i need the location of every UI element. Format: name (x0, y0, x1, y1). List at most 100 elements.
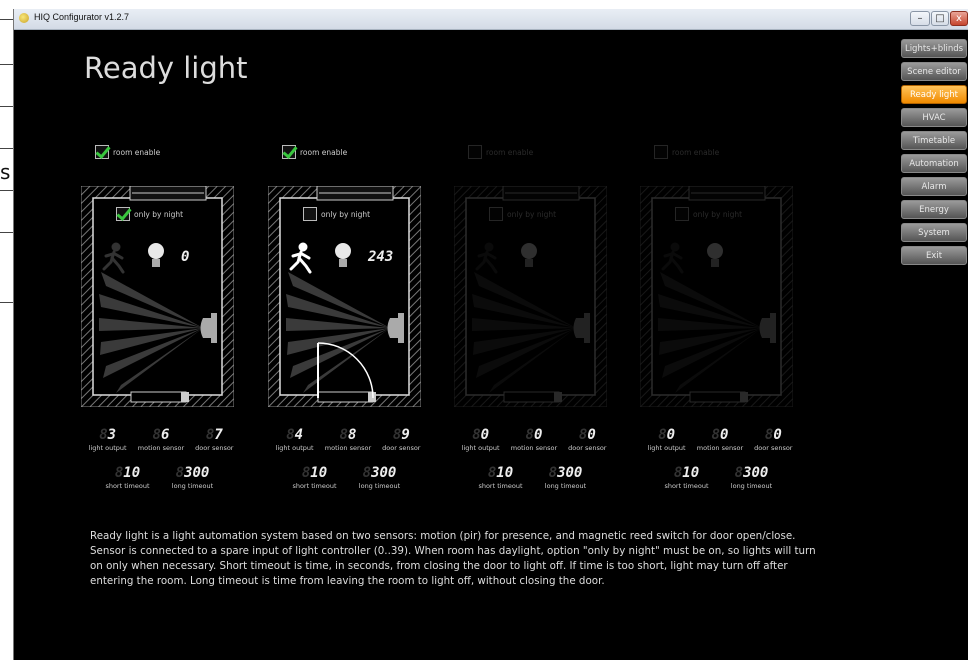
room-enable-checkbox[interactable] (282, 145, 296, 159)
room-enable-checkbox[interactable] (95, 145, 109, 159)
door-sensor-value[interactable]: 89 (375, 427, 428, 443)
motion-sensor-label: motion sensor (324, 444, 372, 452)
short-timeout-label: short timeout (664, 482, 709, 490)
close-button[interactable]: x (950, 11, 968, 26)
only-by-night-toggle[interactable]: only by night (675, 207, 742, 221)
light-level-display: 243 (368, 249, 394, 265)
only-by-night-checkbox[interactable] (675, 207, 689, 221)
light-output-label: light output (461, 444, 500, 452)
door-sensor-value[interactable]: 80 (747, 427, 800, 443)
maximize-button[interactable]: □ (931, 11, 949, 26)
close-icon: x (956, 13, 962, 24)
menu-ready-light[interactable]: Ready light (901, 85, 967, 104)
short-timeout-value[interactable]: 810 (282, 465, 347, 481)
timeout-config: 810 short timeout 8300 long timeout (95, 465, 225, 490)
menu-automation[interactable]: Automation (901, 154, 967, 173)
only-by-night-checkbox[interactable] (303, 207, 317, 221)
room-enable-toggle[interactable]: room enable (95, 145, 160, 159)
long-timeout-label: long timeout (730, 482, 773, 490)
long-timeout-value[interactable]: 8300 (533, 465, 598, 481)
only-by-night-toggle[interactable]: only by night (303, 207, 370, 221)
long-timeout-value[interactable]: 8300 (160, 465, 225, 481)
short-timeout-label: short timeout (292, 482, 337, 490)
long-timeout-value[interactable]: 8300 (719, 465, 784, 481)
menu-alarm[interactable]: Alarm (901, 177, 967, 196)
minimize-button[interactable]: – (910, 11, 930, 26)
description-text: Ready light is a light automation system… (90, 530, 816, 587)
room-enable-toggle[interactable]: room enable (468, 145, 533, 159)
short-timeout-label: short timeout (105, 482, 150, 490)
minimize-icon: – (917, 13, 923, 24)
room-enable-label: room enable (672, 147, 720, 157)
sensor-config: 80 light output 80 motion sensor 80 door se… (454, 427, 614, 452)
app-icon (19, 13, 29, 23)
door-icon (503, 391, 562, 403)
light-output-value[interactable]: 84 (268, 427, 321, 443)
maximize-icon: □ (935, 13, 945, 24)
background-text: s (0, 160, 11, 184)
room-enable-label: room enable (486, 147, 534, 157)
menu-hvac[interactable]: HVAC (901, 108, 967, 127)
motion-sensor-label: motion sensor (510, 444, 558, 452)
room-enable-toggle[interactable]: room enable (282, 145, 347, 159)
short-timeout-value[interactable]: 810 (95, 465, 160, 481)
short-timeout-label: short timeout (478, 482, 523, 490)
door-sensor-label: door sensor (568, 444, 607, 452)
long-timeout-label: long timeout (358, 482, 401, 490)
motion-sensor-label: motion sensor (696, 444, 744, 452)
light-output-label: light output (88, 444, 127, 452)
room-diagram: only by night 0 (80, 185, 235, 408)
only-by-night-label: only by night (321, 209, 371, 219)
room-enable-toggle[interactable]: room enable (654, 145, 719, 159)
long-timeout-value[interactable]: 8300 (347, 465, 412, 481)
sensor-config: 84 light output 88 motion sensor 89 door se… (268, 427, 428, 452)
door-icon (689, 391, 748, 403)
only-by-night-checkbox[interactable] (116, 207, 130, 221)
timeout-config: 810 short timeout 8300 long timeout (282, 465, 412, 490)
motion-sensor-value[interactable]: 88 (321, 427, 374, 443)
light-output-label: light output (275, 444, 314, 452)
light-output-value[interactable]: 83 (81, 427, 134, 443)
sensor-config: 83 light output 86 motion sensor 87 door se… (81, 427, 241, 452)
room-panel-3: room enable only by night 80 light outpu… (453, 9, 614, 509)
light-output-value[interactable]: 80 (454, 427, 507, 443)
long-timeout-label: long timeout (544, 482, 587, 490)
room-enable-label: room enable (113, 147, 161, 157)
room-enable-checkbox[interactable] (468, 145, 482, 159)
motion-sensor-value[interactable]: 86 (134, 427, 187, 443)
menu-system[interactable]: System (901, 223, 967, 242)
room-enable-label: room enable (300, 147, 348, 157)
light-level-display: 0 (181, 249, 190, 265)
room-diagram: only by night (639, 185, 794, 408)
room-panel-4: room enable only by night 80 light outpu… (639, 9, 800, 509)
door-sensor-label: door sensor (195, 444, 234, 452)
menu-timetable[interactable]: Timetable (901, 131, 967, 150)
door-sensor-label: door sensor (754, 444, 793, 452)
menu-exit[interactable]: Exit (901, 246, 967, 265)
room-panel-2: room enable only by night 243 84 light o… (267, 9, 428, 509)
menu-lights-blinds[interactable]: Lights+blinds (901, 39, 967, 58)
short-timeout-value[interactable]: 810 (654, 465, 719, 481)
motion-sensor-value[interactable]: 80 (507, 427, 560, 443)
room-enable-checkbox[interactable] (654, 145, 668, 159)
sensor-config: 80 light output 80 motion sensor 80 door se… (640, 427, 800, 452)
app-window: HIQ Configurator v1.2.7 – □ x Ready ligh… (13, 9, 968, 660)
motion-sensor-value[interactable]: 80 (693, 427, 746, 443)
light-output-value[interactable]: 80 (640, 427, 693, 443)
menu-scene-editor[interactable]: Scene editor (901, 62, 967, 81)
long-timeout-label: long timeout (171, 482, 214, 490)
motion-sensor-label: motion sensor (137, 444, 185, 452)
short-timeout-value[interactable]: 810 (468, 465, 533, 481)
only-by-night-toggle[interactable]: only by night (116, 207, 183, 221)
door-sensor-value[interactable]: 80 (561, 427, 614, 443)
only-by-night-toggle[interactable]: only by night (489, 207, 556, 221)
only-by-night-checkbox[interactable] (489, 207, 503, 221)
menu-energy[interactable]: Energy (901, 200, 967, 219)
timeout-config: 810 short timeout 8300 long timeout (654, 465, 784, 490)
door-icon (130, 391, 189, 403)
only-by-night-label: only by night (693, 209, 743, 219)
side-menu: Lights+blinds Scene editor Ready light H… (901, 39, 967, 269)
timeout-config: 810 short timeout 8300 long timeout (468, 465, 598, 490)
door-sensor-value[interactable]: 87 (188, 427, 241, 443)
room-panel-1: room enable only by night 0 83 light out… (80, 9, 241, 509)
